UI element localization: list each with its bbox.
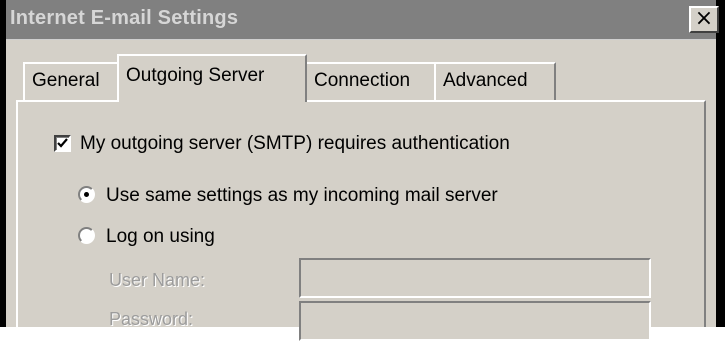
tab-connection[interactable]: Connection	[305, 62, 436, 100]
close-button[interactable]: ×	[689, 6, 719, 33]
tab-outgoing-server-label: Outgoing Server	[126, 65, 265, 86]
checkmark-icon	[57, 138, 68, 148]
password-input[interactable]	[299, 301, 651, 341]
tab-general-label: General	[32, 70, 100, 91]
smtp-auth-label[interactable]: My outgoing server (SMTP) requires authe…	[80, 133, 510, 155]
user-name-input[interactable]	[299, 258, 651, 298]
radio-log-on-using-label[interactable]: Log on using	[106, 226, 215, 248]
tab-outgoing-server[interactable]: Outgoing Server	[117, 54, 307, 102]
radio-same-settings[interactable]	[78, 186, 95, 203]
radio-log-on-using[interactable]	[78, 227, 95, 244]
outgoing-server-panel: My outgoing server (SMTP) requires authe…	[16, 100, 706, 341]
close-icon: ×	[694, 6, 714, 31]
radio-same-settings-label[interactable]: Use same settings as my incoming mail se…	[106, 185, 498, 207]
radio-selected-dot	[84, 192, 89, 197]
tab-advanced[interactable]: Advanced	[434, 62, 556, 100]
internet-email-settings-dialog: Internet E-mail Settings × General Outgo…	[0, 0, 725, 341]
window-right-border	[716, 0, 725, 327]
tab-general[interactable]: General	[23, 62, 119, 100]
smtp-auth-checkbox[interactable]	[54, 135, 71, 152]
user-name-label: User Name:	[109, 270, 206, 290]
title-bar[interactable]: Internet E-mail Settings ×	[6, 0, 719, 40]
tab-connection-label: Connection	[314, 70, 411, 91]
tab-advanced-label: Advanced	[443, 70, 528, 91]
window-title: Internet E-mail Settings	[10, 7, 239, 29]
